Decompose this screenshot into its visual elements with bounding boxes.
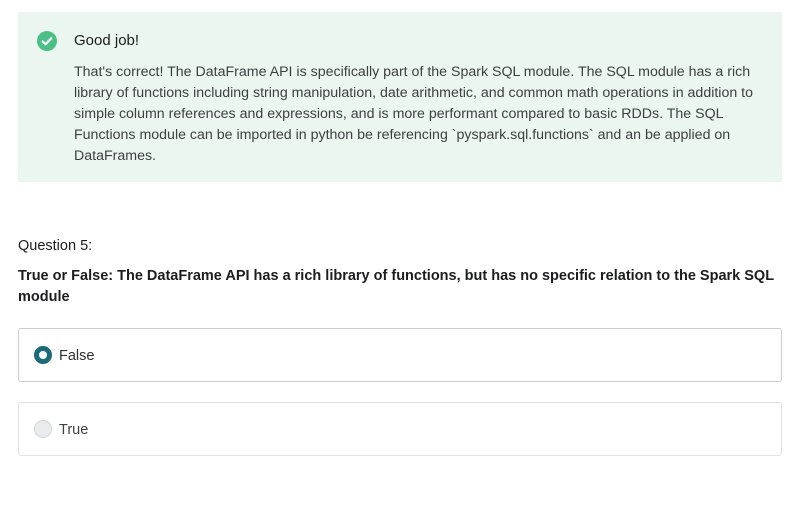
answer-label: True xyxy=(59,422,89,438)
answer-option-false[interactable]: False xyxy=(18,328,782,382)
radio-unselected-icon[interactable] xyxy=(34,420,52,438)
answer-label: False xyxy=(59,348,95,364)
feedback-title: Good job! xyxy=(74,32,140,49)
check-circle-icon xyxy=(37,31,57,51)
radio-selected-icon[interactable] xyxy=(34,346,52,364)
feedback-panel: Good job! That's correct! The DataFrame … xyxy=(18,12,782,182)
question-number: Question 5: xyxy=(18,238,93,254)
answer-option-true[interactable]: True xyxy=(18,402,782,456)
feedback-explanation: That's correct! The DataFrame API is spe… xyxy=(74,64,754,164)
question-prompt: True or False: The DataFrame API has a r… xyxy=(18,268,774,305)
